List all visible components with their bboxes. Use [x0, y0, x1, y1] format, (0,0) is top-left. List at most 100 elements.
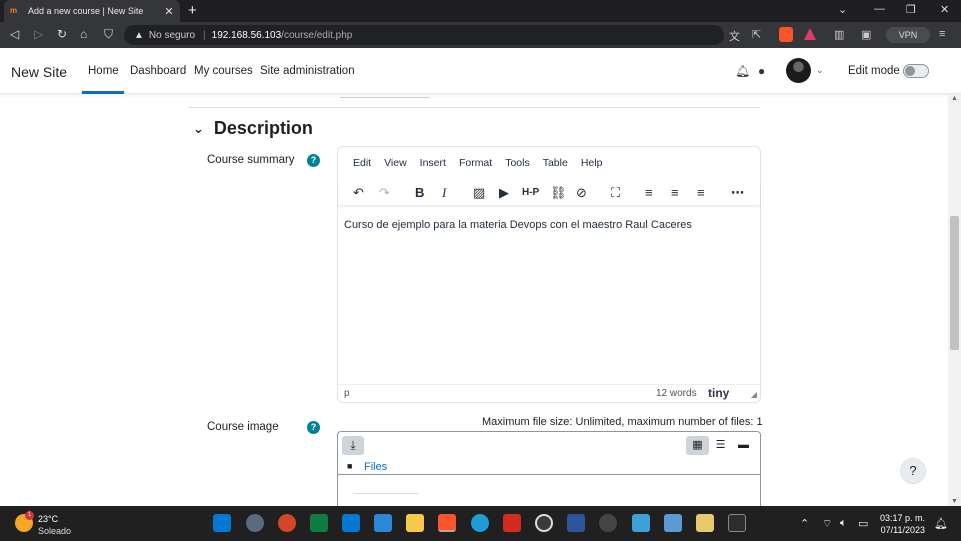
weather-condition: Soleado: [38, 526, 72, 536]
align-center-icon[interactable]: ≡: [671, 185, 679, 200]
new-tab-icon[interactable]: +: [188, 2, 197, 19]
volume-muted-icon[interactable]: 🔈︎: [840, 517, 847, 530]
messages-chat-icon[interactable]: ●: [758, 64, 765, 78]
translate-icon[interactable]: 文: [729, 28, 740, 44]
help-button[interactable]: ?: [900, 458, 926, 484]
back-icon[interactable]: ◁: [10, 27, 19, 41]
user-avatar[interactable]: [786, 58, 811, 83]
description-section-header[interactable]: ⌄ Description: [193, 118, 313, 139]
menu-icon[interactable]: ≡: [939, 28, 945, 40]
wifi-icon[interactable]: ⌔: [822, 517, 832, 531]
system-clock[interactable]: 03:17 p. m. 07/11/2023: [880, 512, 925, 536]
chevron-down-icon[interactable]: ⌄: [816, 65, 824, 76]
share-icon[interactable]: ⇱: [752, 28, 761, 41]
tab-search-icon[interactable]: ⌄: [838, 3, 847, 16]
unlink-icon[interactable]: ⊘: [576, 185, 587, 201]
scroll-down-icon[interactable]: ▼: [951, 498, 958, 505]
file-explorer-icon[interactable]: [406, 514, 424, 532]
brave-rewards-icon[interactable]: [804, 28, 816, 40]
media-icon[interactable]: ▶: [499, 185, 509, 201]
tiny-logo[interactable]: tiny: [708, 386, 729, 400]
word-icon[interactable]: [567, 514, 585, 532]
vscode-icon[interactable]: [342, 514, 360, 532]
nav-site-administration[interactable]: Site administration: [260, 65, 355, 77]
menu-view[interactable]: View: [384, 157, 407, 175]
chevron-up-icon[interactable]: ⌃: [800, 517, 809, 530]
align-right-icon[interactable]: ≡: [697, 185, 705, 200]
file-drop-area[interactable]: [353, 493, 419, 506]
notification-bell-icon[interactable]: 🔔︎: [934, 517, 948, 530]
wallet-icon[interactable]: ▣: [861, 28, 871, 41]
download-icon[interactable]: ⤓: [342, 436, 364, 455]
link-icon[interactable]: ⛓: [550, 185, 567, 201]
files-breadcrumb-link[interactable]: Files: [364, 461, 387, 473]
terminal-icon[interactable]: [728, 514, 746, 532]
bookmark-icon[interactable]: ⛉: [104, 27, 113, 42]
notifications-bell-icon[interactable]: 🔔︎: [735, 64, 750, 78]
media-player-icon[interactable]: [535, 514, 553, 532]
brave-shields-icon[interactable]: [779, 27, 793, 42]
edit-mode-toggle[interactable]: [903, 64, 929, 78]
home-icon[interactable]: ⌂: [80, 27, 87, 41]
element-path[interactable]: p: [344, 388, 350, 399]
nav-home[interactable]: Home: [88, 65, 119, 77]
wordpad-icon[interactable]: [599, 514, 617, 532]
site-name[interactable]: New Site: [11, 64, 67, 80]
scroll-up-icon[interactable]: ▲: [951, 95, 958, 102]
close-window-icon[interactable]: ✕: [940, 3, 949, 16]
align-left-icon[interactable]: ≡: [645, 185, 653, 200]
list-view-icon[interactable]: ☰: [709, 436, 732, 455]
menu-insert[interactable]: Insert: [420, 157, 446, 175]
redo-icon[interactable]: ↷: [379, 185, 390, 201]
brave-browser-icon[interactable]: [438, 514, 456, 532]
nav-my-courses[interactable]: My courses: [194, 65, 253, 77]
clock-time: 03:17 p. m.: [880, 513, 926, 523]
archive-icon[interactable]: [696, 514, 714, 532]
notepad-icon[interactable]: [632, 514, 650, 532]
menu-table[interactable]: Table: [543, 157, 568, 175]
editor-content[interactable]: Curso de ejemplo para la materia Devops …: [344, 219, 692, 231]
nav-dashboard[interactable]: Dashboard: [130, 65, 186, 77]
fullscreen-icon[interactable]: ⛶: [611, 185, 620, 201]
bold-icon[interactable]: B: [415, 185, 424, 200]
settings-icon[interactable]: [246, 514, 264, 532]
tree-view-icon[interactable]: ▬: [732, 436, 755, 455]
menu-tools[interactable]: Tools: [505, 157, 530, 175]
close-tab-icon[interactable]: ✕: [164, 5, 174, 18]
grid-view-icon[interactable]: ▦: [686, 436, 709, 455]
scrollbar-thumb[interactable]: [950, 216, 959, 350]
resize-handle-icon[interactable]: ◢: [751, 390, 757, 399]
page-scrollbar[interactable]: ▲ ▼: [948, 94, 961, 506]
url-field[interactable]: ▲ No seguro | 192.168.56.103 /course/edi…: [124, 25, 724, 45]
image-icon[interactable]: ▨: [473, 185, 485, 201]
maximize-icon[interactable]: ❐: [906, 3, 916, 16]
start-icon[interactable]: [213, 514, 231, 532]
menu-help[interactable]: Help: [581, 157, 603, 175]
virtualbox-icon[interactable]: [664, 514, 682, 532]
menu-format[interactable]: Format: [459, 157, 492, 175]
undo-icon[interactable]: ↶: [353, 185, 364, 201]
excel-icon[interactable]: [310, 514, 328, 532]
chevron-down-icon[interactable]: ⌄: [193, 121, 204, 137]
editor-toolbar: ↶ ↷ B I ▨ ▶ H-P ⛓ ⊘ ⛶ ≡ ≡ ≡ ⋯: [338, 183, 760, 205]
browser-address-bar: ◁ ▷ ↻ ⌂ ⛉ ▲ No seguro | 192.168.56.103 /…: [0, 22, 961, 48]
sidebar-icon[interactable]: ▥: [834, 28, 844, 41]
acrobat-icon[interactable]: [503, 514, 521, 532]
vpn-button[interactable]: VPN: [886, 27, 930, 43]
h5p-icon[interactable]: H-P: [522, 187, 539, 198]
course-summary-help-icon[interactable]: ?: [307, 154, 320, 167]
word-count[interactable]: 12 words: [656, 388, 697, 399]
italic-icon[interactable]: I: [442, 185, 446, 201]
browser-tab[interactable]: m Add a new course | New Site ✕: [4, 0, 180, 22]
forward-icon[interactable]: ▷: [34, 27, 43, 41]
edge-icon[interactable]: [471, 514, 489, 532]
section-divider: [188, 107, 760, 108]
battery-icon[interactable]: ▭: [858, 517, 868, 530]
menu-edit[interactable]: Edit: [353, 157, 371, 175]
mail-icon[interactable]: [374, 514, 392, 532]
powerpoint-icon[interactable]: [278, 514, 296, 532]
minimize-icon[interactable]: —: [874, 3, 885, 15]
reload-icon[interactable]: ↻: [57, 27, 67, 41]
more-icon[interactable]: ⋯: [731, 185, 744, 201]
course-image-help-icon[interactable]: ?: [307, 421, 320, 434]
